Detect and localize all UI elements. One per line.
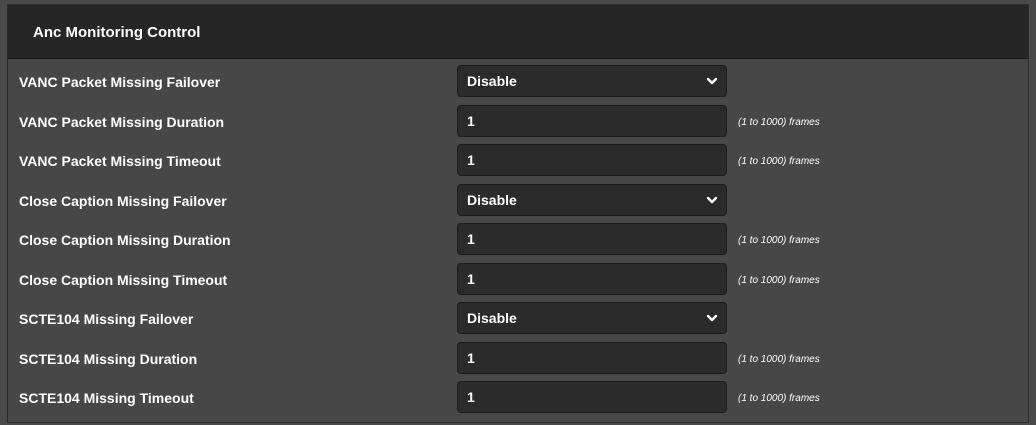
scte104-missing-failover-label: SCTE104 Missing Failover xyxy=(19,311,194,327)
close-caption-missing-timeout-input[interactable]: 1 xyxy=(457,262,727,295)
close-caption-missing-duration-label: Close Caption Missing Duration xyxy=(19,232,231,248)
scte104-missing-duration-row: SCTE104 Missing Duration 1 (1 to 1000) f… xyxy=(8,340,1028,380)
close-caption-missing-failover-select[interactable]: Disable xyxy=(457,183,727,216)
chevron-down-icon xyxy=(706,196,718,203)
scte104-missing-duration-hint: (1 to 1000) frames xyxy=(738,353,820,365)
vanc-packet-missing-failover-select[interactable]: Disable xyxy=(457,65,727,97)
vanc-packet-missing-timeout-label: VANC Packet Missing Timeout xyxy=(19,153,221,169)
close-caption-missing-timeout-row: Close Caption Missing Timeout 1 (1 to 10… xyxy=(8,261,1028,301)
scte104-missing-failover-value: Disable xyxy=(467,310,517,326)
vanc-packet-missing-failover-label: VANC Packet Missing Failover xyxy=(19,74,221,90)
close-caption-missing-failover-label: Close Caption Missing Failover xyxy=(19,192,227,209)
close-caption-missing-failover-row: Close Caption Missing Failover Disable xyxy=(8,182,1028,222)
scte104-missing-failover-select[interactable]: Disable xyxy=(457,302,727,334)
scte104-missing-duration-input[interactable]: 1 xyxy=(457,341,727,374)
vanc-packet-missing-duration-input[interactable]: 1 xyxy=(457,104,727,137)
scte104-missing-timeout-label: SCTE104 Missing Timeout xyxy=(19,390,194,406)
settings-list: VANC Packet Missing Failover Disable VAN… xyxy=(8,63,1028,419)
vanc-packet-missing-timeout-row: VANC Packet Missing Timeout 1 (1 to 1000… xyxy=(8,142,1028,182)
vanc-packet-missing-duration-hint: (1 to 1000) frames xyxy=(738,116,820,128)
anc-monitoring-panel: Anc Monitoring Control VANC Packet Missi… xyxy=(7,4,1029,423)
vanc-packet-missing-duration-label: VANC Packet Missing Duration xyxy=(19,113,225,130)
vanc-packet-missing-timeout-input[interactable]: 1 xyxy=(457,144,727,176)
panel-header: Anc Monitoring Control xyxy=(8,5,1028,59)
scte104-missing-timeout-row: SCTE104 Missing Timeout 1 (1 to 1000) fr… xyxy=(8,379,1028,419)
vanc-packet-missing-failover-value: Disable xyxy=(467,73,517,89)
chevron-down-icon xyxy=(706,314,718,322)
panel-title: Anc Monitoring Control xyxy=(33,24,201,41)
vanc-packet-missing-duration-row: VANC Packet Missing Duration 1 (1 to 100… xyxy=(8,103,1028,143)
scte104-missing-timeout-hint: (1 to 1000) frames xyxy=(738,393,820,404)
close-caption-missing-duration-input[interactable]: 1 xyxy=(457,223,727,255)
close-caption-missing-failover-value: Disable xyxy=(467,191,517,208)
scte104-missing-failover-row: SCTE104 Missing Failover Disable xyxy=(8,300,1028,340)
vanc-packet-missing-failover-row: VANC Packet Missing Failover Disable xyxy=(8,63,1028,103)
close-caption-missing-duration-row: Close Caption Missing Duration 1 (1 to 1… xyxy=(8,221,1028,261)
vanc-packet-missing-timeout-hint: (1 to 1000) frames xyxy=(738,156,820,167)
scte104-missing-timeout-input[interactable]: 1 xyxy=(457,381,727,413)
close-caption-missing-timeout-hint: (1 to 1000) frames xyxy=(738,274,820,286)
scte104-missing-duration-label: SCTE104 Missing Duration xyxy=(19,350,198,367)
chevron-down-icon xyxy=(706,77,718,85)
close-caption-missing-timeout-label: Close Caption Missing Timeout xyxy=(19,271,228,288)
close-caption-missing-duration-hint: (1 to 1000) frames xyxy=(738,235,820,246)
